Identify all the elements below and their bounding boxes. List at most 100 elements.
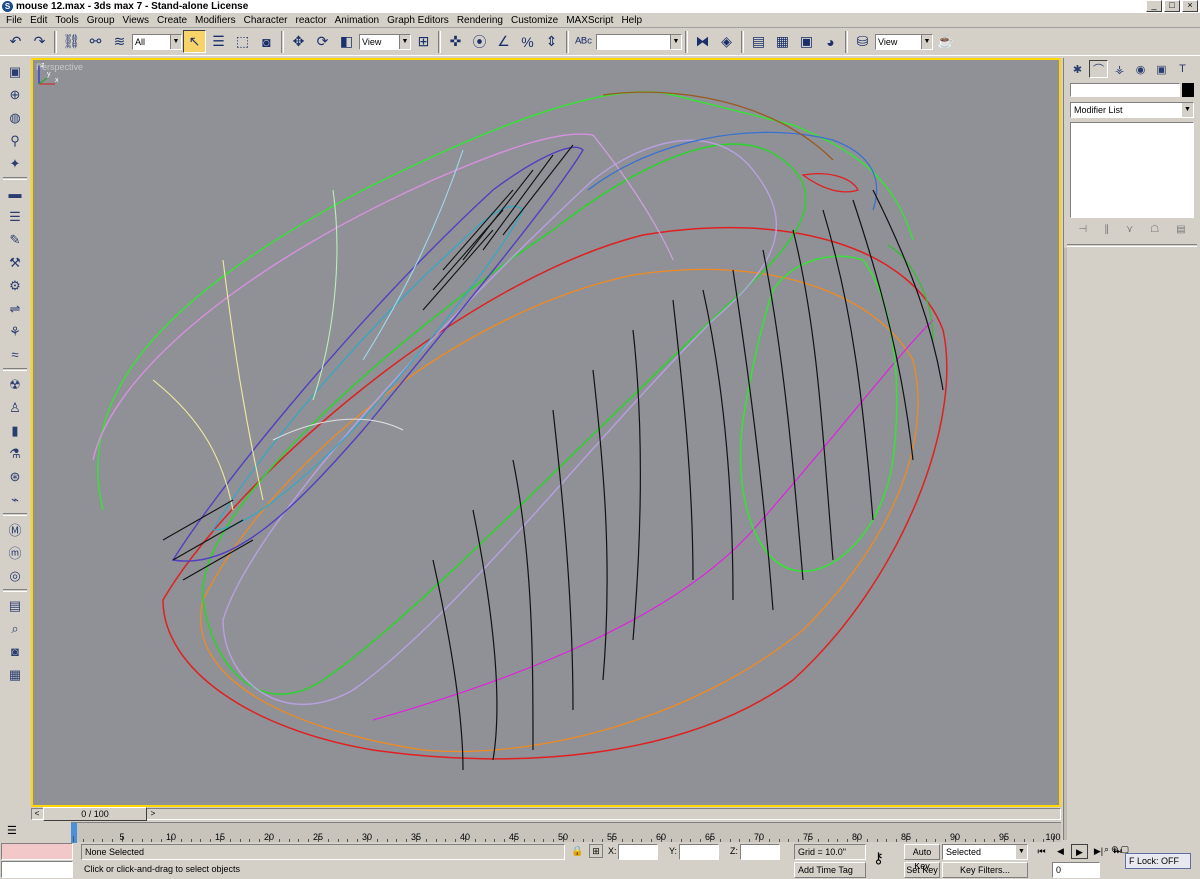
quick-render-teapot-icon[interactable]: ☕ — [934, 30, 957, 53]
current-frame-marker[interactable] — [71, 823, 77, 843]
video-post-tab-icon[interactable]: ▦ — [4, 664, 26, 686]
auto-key-button[interactable]: Auto Key — [904, 844, 940, 871]
maxscript-listener-mini[interactable] — [1, 843, 73, 860]
percent-snap-icon[interactable]: % — [516, 30, 539, 53]
menu-maxscript[interactable]: MAXScript — [562, 15, 617, 26]
motion-panel-icon[interactable]: ◉ — [1131, 60, 1150, 78]
menu-customize[interactable]: Customize — [507, 15, 562, 26]
selection-lock-icon[interactable]: 🔒 — [571, 846, 583, 857]
make-unique-icon[interactable]: ⋎ — [1126, 224, 1133, 235]
panel-scroll-strip[interactable] — [1064, 248, 1067, 840]
align-icon[interactable]: ◈ — [715, 30, 738, 53]
undo-icon[interactable]: ↶ — [4, 30, 27, 53]
menu-help[interactable]: Help — [617, 15, 646, 26]
hierarchy-panel-icon[interactable]: ⚶ — [1110, 60, 1129, 78]
display-panel-icon[interactable]: ▣ — [1152, 60, 1171, 78]
select-and-manipulate-icon[interactable]: ✜ — [444, 30, 467, 53]
set-key-icon[interactable]: ⚷ — [873, 849, 884, 867]
menu-graph-editors[interactable]: Graph Editors — [383, 15, 453, 26]
remove-modifier-icon[interactable]: ☖ — [1150, 224, 1159, 235]
modify-panel-icon[interactable]: ⌒ — [1089, 60, 1108, 78]
render-view-dropdown[interactable]: View ▼ — [875, 33, 933, 50]
object-name-field[interactable] — [1070, 83, 1180, 97]
wave-tab-icon[interactable]: ≈ — [4, 344, 26, 366]
reference-coordinate-dropdown[interactable]: View ▼ — [359, 33, 411, 50]
key-filters-button[interactable]: Key Filters... — [942, 862, 1028, 878]
map-tab-icon[interactable]: ◎ — [4, 565, 26, 587]
menu-create[interactable]: Create — [153, 15, 191, 26]
unlink-selection-icon[interactable]: ⚯ — [84, 30, 107, 53]
menu-file[interactable]: File — [2, 15, 26, 26]
x-coord-field[interactable] — [618, 844, 658, 860]
schematic-view-icon[interactable]: ▣ — [795, 30, 818, 53]
go-to-start-icon[interactable]: ⏮ — [1033, 844, 1050, 859]
time-slider-next-button[interactable]: > — [147, 807, 159, 821]
time-slider[interactable]: < 0 / 100 > — [31, 807, 1061, 821]
helpers-tab-icon[interactable]: ⚙ — [4, 275, 26, 297]
redo-icon[interactable]: ↷ — [28, 30, 51, 53]
render-scene-icon[interactable]: ⛁ — [851, 30, 874, 53]
modifier-stack[interactable] — [1070, 122, 1194, 218]
open-mini-curve-editor-icon[interactable]: ☰ — [7, 824, 23, 838]
menu-edit[interactable]: Edit — [26, 15, 51, 26]
object-color-swatch[interactable] — [1182, 83, 1194, 97]
systems-tab-icon[interactable]: ⚘ — [4, 321, 26, 343]
menu-rendering[interactable]: Rendering — [453, 15, 507, 26]
maximize-button[interactable]: □ — [1164, 0, 1180, 12]
add-time-tag-button[interactable]: Add Time Tag — [794, 862, 866, 878]
current-frame-field[interactable]: 0 — [1052, 862, 1100, 878]
menu-reactor[interactable]: reactor — [292, 15, 331, 26]
key-mode-dropdown[interactable]: Selected ▼ — [942, 844, 1028, 860]
snap-toggle-icon[interactable]: ⦿ — [468, 30, 491, 53]
select-object-icon[interactable]: ↖ — [183, 30, 206, 53]
play-icon[interactable]: ▶ — [1071, 844, 1088, 859]
maxscript-input-mini[interactable] — [1, 861, 73, 878]
time-slider-prev-button[interactable]: < — [31, 807, 43, 821]
menu-views[interactable]: Views — [119, 15, 154, 26]
material-tab-icon[interactable]: Ⓜ — [4, 519, 26, 541]
angle-snap-icon[interactable]: ∠ — [492, 30, 515, 53]
y-coord-field[interactable] — [679, 844, 719, 860]
create-panel-icon[interactable]: ✱ — [1068, 60, 1087, 78]
mirror-icon[interactable]: ⧓ — [691, 30, 714, 53]
zoom-all-icon[interactable]: ⊕ — [1111, 844, 1119, 855]
menu-tools[interactable]: Tools — [51, 15, 82, 26]
menu-group[interactable]: Group — [83, 15, 119, 26]
display-tab-icon[interactable]: ⌁ — [4, 489, 26, 511]
modifiers-tab-icon[interactable]: ▮ — [4, 420, 26, 442]
z-coord-field[interactable] — [740, 844, 780, 860]
minimize-button[interactable]: _ — [1146, 0, 1162, 12]
dynamics-tab-icon[interactable]: ☰ — [4, 206, 26, 228]
material-editor-icon[interactable]: ◕ — [819, 30, 842, 53]
rectangular-selection-icon[interactable]: ⬚ — [231, 30, 254, 53]
biped-tab-icon[interactable]: ♙ — [4, 397, 26, 419]
motion-tab-icon[interactable]: ⊛ — [4, 466, 26, 488]
pivot-center-icon[interactable]: ⊞ — [412, 30, 435, 53]
show-end-result-icon[interactable]: ∥ — [1104, 224, 1109, 235]
render-setup-tab-icon[interactable]: ▤ — [4, 595, 26, 617]
render-frame-tab-icon[interactable]: ◙ — [4, 641, 26, 663]
close-button[interactable]: × — [1182, 0, 1198, 12]
named-selection-dropdown[interactable]: ▼ — [596, 33, 682, 50]
bind-to-space-warp-icon[interactable]: ≋ — [108, 30, 131, 53]
utilities-panel-icon[interactable]: T — [1173, 60, 1192, 78]
previous-frame-icon[interactable]: ◀ — [1052, 844, 1069, 859]
selection-filter-dropdown[interactable]: All ▼ — [132, 33, 182, 50]
lights-tab-icon[interactable]: ✎ — [4, 229, 26, 251]
zoom-tab-icon[interactable]: ⌕ — [4, 618, 26, 640]
space-warps-tab-icon[interactable]: ⇌ — [4, 298, 26, 320]
time-slider-thumb[interactable]: 0 / 100 — [43, 807, 147, 821]
particles-tab-icon[interactable]: ⚲ — [4, 130, 26, 152]
frame-ruler[interactable]: 5 10 15 20 25 30 35 40 45 50 55 60 65 70 75 80 85 90 95 100 — [71, 822, 1061, 843]
menu-animation[interactable]: Animation — [331, 15, 383, 26]
edit-named-selection-icon[interactable]: ᴬᴮᶜ — [572, 30, 595, 53]
nurbs-tab-icon[interactable]: ▬ — [4, 183, 26, 205]
material-browser-tab-icon[interactable]: ⓜ — [4, 542, 26, 564]
layer-manager-icon[interactable]: ▤ — [747, 30, 770, 53]
configure-modifier-sets-icon[interactable]: ▤ — [1176, 224, 1185, 235]
select-and-move-icon[interactable]: ✥ — [287, 30, 310, 53]
modifier-list-dropdown[interactable]: Modifier List ▼ — [1070, 102, 1194, 118]
shapes-tab-icon[interactable]: ⊕ — [4, 84, 26, 106]
set-key-button[interactable]: Set Key — [904, 862, 940, 878]
menu-character[interactable]: Character — [240, 15, 292, 26]
